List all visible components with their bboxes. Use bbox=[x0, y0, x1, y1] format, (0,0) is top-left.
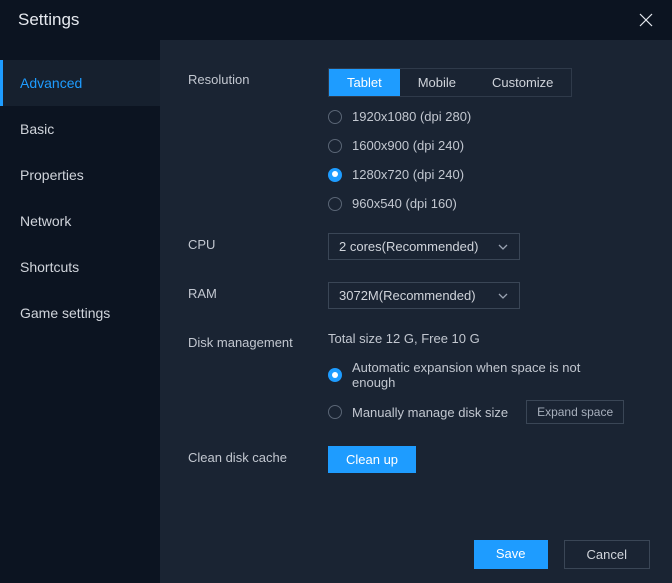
save-button[interactable]: Save bbox=[474, 540, 548, 569]
tab-tablet[interactable]: Tablet bbox=[329, 69, 400, 96]
tab-customize[interactable]: Customize bbox=[474, 69, 571, 96]
disk-label: Disk management bbox=[188, 331, 328, 424]
option-label: Manually manage disk size bbox=[352, 405, 508, 420]
resolution-label: Resolution bbox=[188, 68, 328, 211]
footer-buttons: Save Cancel bbox=[474, 540, 650, 569]
option-label: Automatic expansion when space is not en… bbox=[352, 360, 612, 390]
radio-icon bbox=[328, 368, 342, 382]
tab-mobile[interactable]: Mobile bbox=[400, 69, 474, 96]
resolution-option[interactable]: 1280x720 (dpi 240) bbox=[328, 167, 650, 182]
disk-option-auto[interactable]: Automatic expansion when space is not en… bbox=[328, 360, 650, 390]
resolution-option[interactable]: 1920x1080 (dpi 280) bbox=[328, 109, 650, 124]
disk-status: Total size 12 G, Free 10 G bbox=[328, 331, 650, 346]
sidebar-item-game-settings[interactable]: Game settings bbox=[0, 290, 160, 336]
radio-icon bbox=[328, 168, 342, 182]
option-label: 1280x720 (dpi 240) bbox=[352, 167, 464, 182]
option-label: 1920x1080 (dpi 280) bbox=[352, 109, 471, 124]
cpu-select[interactable]: 2 cores(Recommended) bbox=[328, 233, 520, 260]
cancel-button[interactable]: Cancel bbox=[564, 540, 650, 569]
page-title: Settings bbox=[18, 10, 79, 30]
chevron-down-icon bbox=[497, 290, 509, 302]
option-label: 960x540 (dpi 160) bbox=[352, 196, 457, 211]
resolution-option[interactable]: 1600x900 (dpi 240) bbox=[328, 138, 650, 153]
ram-label: RAM bbox=[188, 282, 328, 309]
expand-space-button[interactable]: Expand space bbox=[526, 400, 624, 424]
sidebar-item-advanced[interactable]: Advanced bbox=[0, 60, 160, 106]
radio-icon bbox=[328, 405, 342, 419]
sidebar-item-shortcuts[interactable]: Shortcuts bbox=[0, 244, 160, 290]
sidebar-item-properties[interactable]: Properties bbox=[0, 152, 160, 198]
resolution-option[interactable]: 960x540 (dpi 160) bbox=[328, 196, 650, 211]
cpu-value: 2 cores(Recommended) bbox=[339, 239, 478, 254]
option-label: 1600x900 (dpi 240) bbox=[352, 138, 464, 153]
resolution-tabs: Tablet Mobile Customize bbox=[328, 68, 572, 97]
chevron-down-icon bbox=[497, 241, 509, 253]
titlebar: Settings bbox=[0, 0, 672, 40]
resolution-options: 1920x1080 (dpi 280) 1600x900 (dpi 240) 1… bbox=[328, 109, 650, 211]
radio-icon bbox=[328, 110, 342, 124]
radio-icon bbox=[328, 139, 342, 153]
clean-up-button[interactable]: Clean up bbox=[328, 446, 416, 473]
main-panel: Resolution Tablet Mobile Customize 1920x… bbox=[160, 40, 672, 583]
clean-cache-label: Clean disk cache bbox=[188, 446, 328, 473]
close-icon[interactable] bbox=[636, 10, 656, 30]
cpu-label: CPU bbox=[188, 233, 328, 260]
ram-value: 3072M(Recommended) bbox=[339, 288, 476, 303]
sidebar-item-basic[interactable]: Basic bbox=[0, 106, 160, 152]
ram-select[interactable]: 3072M(Recommended) bbox=[328, 282, 520, 309]
radio-icon bbox=[328, 197, 342, 211]
disk-option-manual[interactable]: Manually manage disk size Expand space bbox=[328, 400, 650, 424]
sidebar-item-network[interactable]: Network bbox=[0, 198, 160, 244]
sidebar: Advanced Basic Properties Network Shortc… bbox=[0, 40, 160, 583]
